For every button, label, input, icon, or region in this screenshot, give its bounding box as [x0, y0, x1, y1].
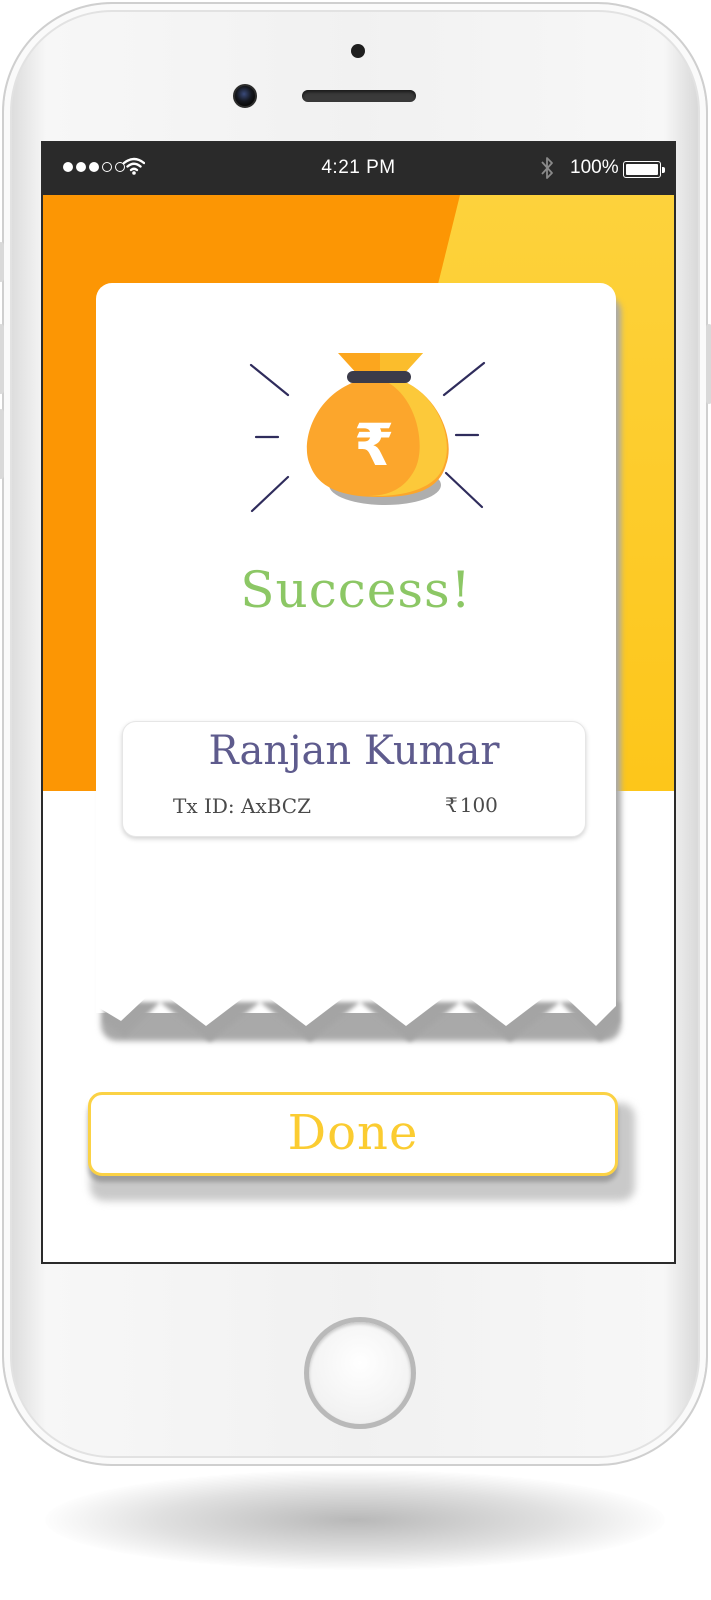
status-bar: 4:21 PM 100% — [43, 143, 674, 195]
proximity-sensor — [351, 44, 365, 58]
battery-percentage: 100% — [570, 157, 619, 178]
amount-value: 100 — [459, 793, 498, 817]
power-button — [706, 324, 711, 404]
volume-down-button — [0, 409, 4, 479]
receipt-torn-edge — [96, 988, 620, 1042]
phone-frame: 4:21 PM 100% ₹ Success! Ranjan Kumar Tx … — [0, 2, 711, 1466]
transaction-details: Ranjan Kumar Tx ID: AxBCZ ₹ 100 — [122, 721, 586, 837]
done-button[interactable]: Done — [88, 1092, 618, 1176]
stage: 4:21 PM 100% ₹ Success! Ranjan Kumar Tx … — [0, 0, 711, 1600]
screen: 4:21 PM 100% ₹ Success! Ranjan Kumar Tx … — [41, 141, 676, 1264]
volume-up-button — [0, 324, 4, 394]
success-title: Success! — [240, 561, 472, 619]
recipient-name: Ranjan Kumar — [208, 728, 500, 774]
battery-icon — [623, 161, 665, 178]
rupee-icon: ₹ — [445, 793, 458, 817]
transaction-amount: ₹ 100 — [445, 793, 498, 817]
mute-switch — [0, 242, 4, 282]
transaction-id: Tx ID: AxBCZ — [173, 794, 311, 818]
svg-text:₹: ₹ — [354, 411, 394, 479]
bluetooth-icon — [541, 157, 553, 179]
front-camera — [233, 84, 257, 108]
device-shadow — [45, 1470, 665, 1570]
rupee-money-bag-icon: ₹ — [249, 353, 486, 513]
home-button[interactable] — [304, 1317, 416, 1429]
earpiece-speaker — [302, 90, 416, 102]
